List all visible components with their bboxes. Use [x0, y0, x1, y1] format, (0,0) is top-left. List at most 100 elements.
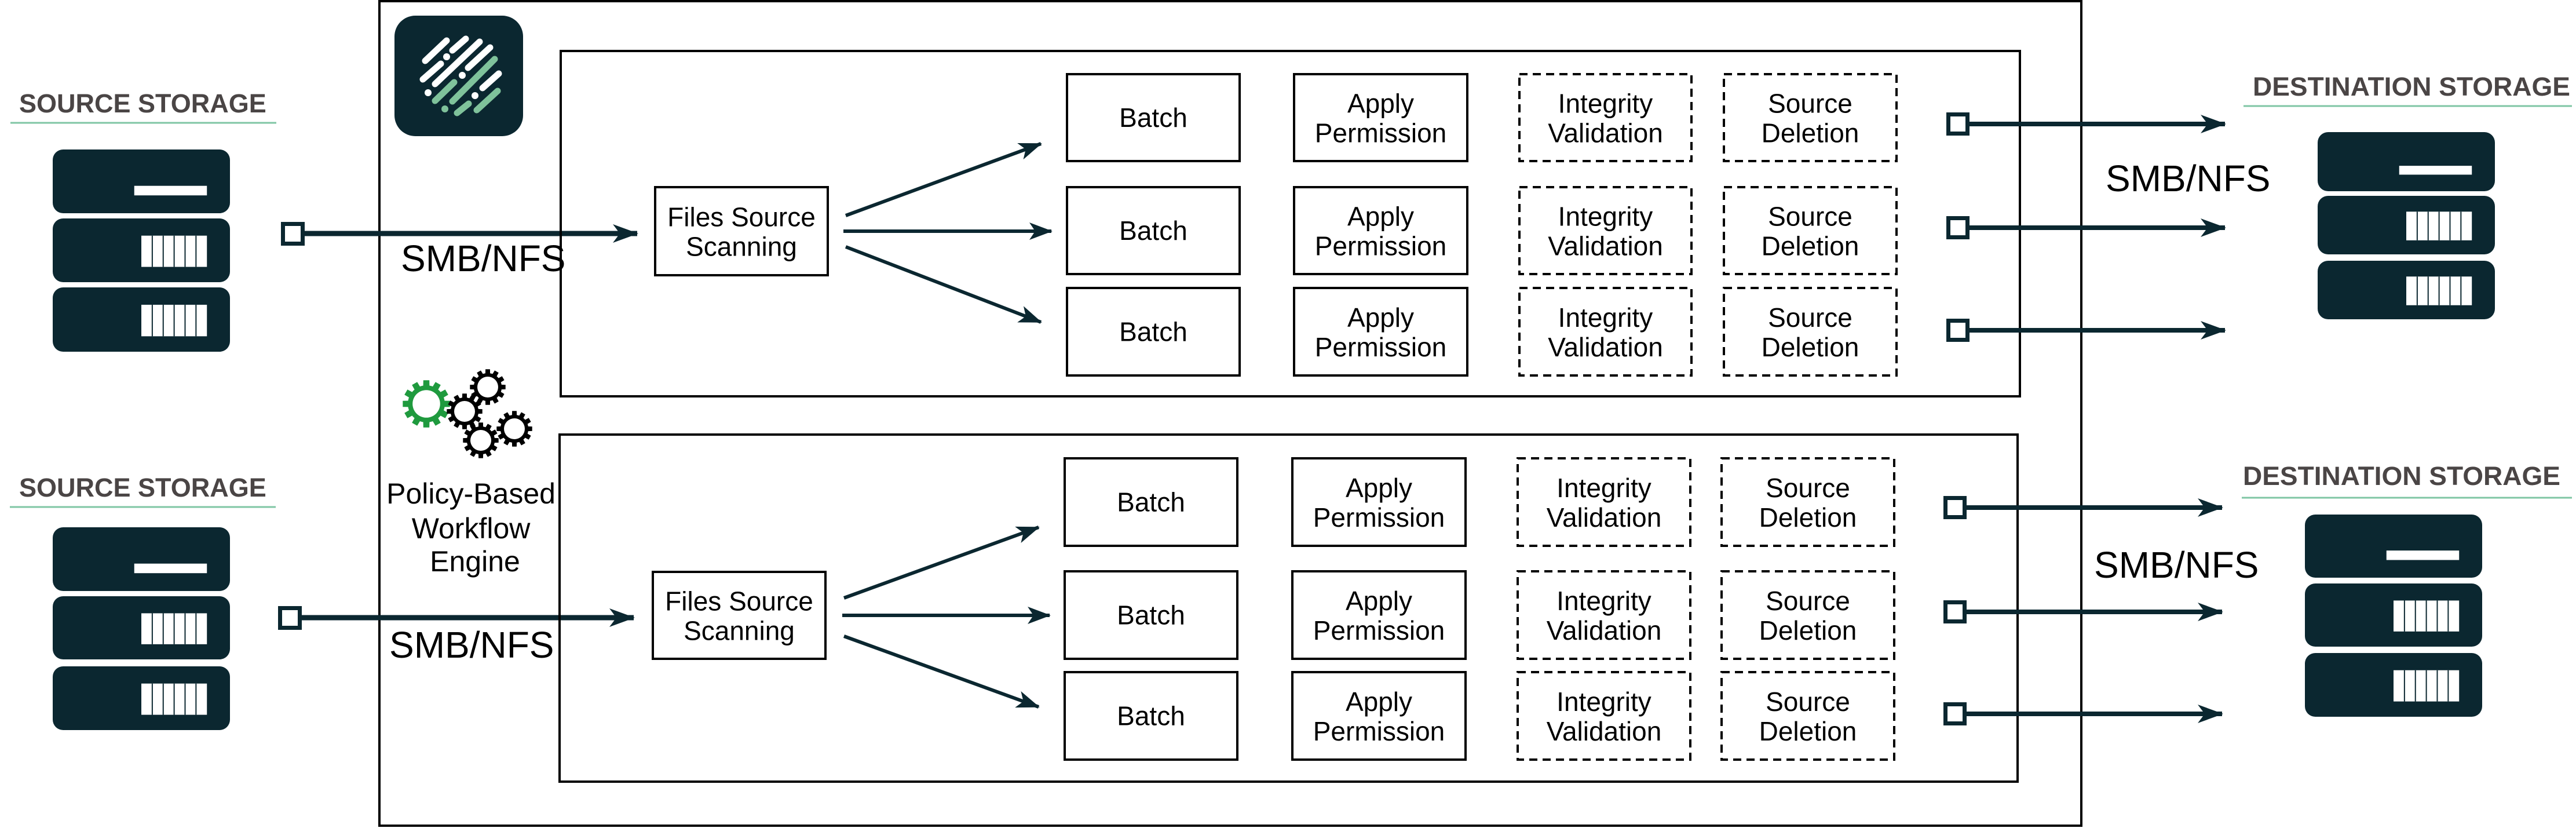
- files-source-scanning-label: Files Source Scanning: [667, 202, 816, 262]
- batch-step[interactable]: Batch: [1064, 570, 1238, 660]
- destination-storage-label: DESTINATION STORAGE: [2253, 72, 2570, 101]
- batch-step[interactable]: Batch: [1066, 73, 1241, 162]
- migration-architecture-diagram: Policy-Based Workflow Engine SOURCE STOR…: [10, 0, 2572, 827]
- batch-label: Batch: [1119, 317, 1187, 347]
- engine-label: Policy-Based Workflow Engine: [386, 477, 564, 578]
- source-deletion-label: Source Deletion: [1759, 473, 1857, 532]
- destination-storage-label: DESTINATION STORAGE: [2243, 461, 2560, 491]
- server-unit: [2305, 583, 2482, 647]
- integrity-validation-label: Integrity Validation: [1547, 687, 1662, 746]
- server-unit: [2305, 653, 2482, 717]
- source-deletion-step[interactable]: Source Deletion: [1723, 73, 1898, 162]
- files-source-scanning-step[interactable]: Files Source Scanning: [652, 571, 827, 660]
- batch-step[interactable]: Batch: [1066, 186, 1241, 275]
- connector-port: [1946, 319, 1970, 342]
- apply-permission-step[interactable]: Apply Permission: [1291, 457, 1467, 547]
- source-deletion-step[interactable]: Source Deletion: [1723, 287, 1898, 377]
- server-unit: [53, 527, 230, 591]
- gear-green-icon: [403, 380, 450, 428]
- server-unit: [53, 287, 230, 352]
- source-storage[interactable]: SOURCE STORAGE: [10, 473, 276, 730]
- source-deletion-step[interactable]: Source Deletion: [1720, 570, 1895, 660]
- files-source-scanning-step[interactable]: Files Source Scanning: [654, 186, 829, 276]
- batch-row: Batch Apply Permission Integrity Validation S…: [1066, 287, 1898, 377]
- apply-permission-step[interactable]: Apply Permission: [1291, 671, 1467, 761]
- batch-label: Batch: [1117, 600, 1185, 630]
- source-deletion-label: Source Deletion: [1762, 302, 1859, 362]
- server-unit: [2318, 132, 2495, 191]
- fan-out-arrow: [845, 142, 1042, 217]
- integrity-validation-step[interactable]: Integrity Validation: [1518, 186, 1693, 275]
- outbound-protocol-label: SMB/NFS: [2106, 158, 2270, 199]
- integrity-validation-step[interactable]: Integrity Validation: [1518, 73, 1693, 162]
- batch-row: Batch Apply Permission Integrity Validation S…: [1066, 73, 1898, 162]
- source-storage-label: SOURCE STORAGE: [19, 473, 266, 502]
- source-deletion-label: Source Deletion: [1762, 89, 1859, 148]
- logo-background: [394, 16, 523, 136]
- integrity-validation-label: Integrity Validation: [1547, 473, 1662, 532]
- integrity-validation-step[interactable]: Integrity Validation: [1517, 457, 1691, 547]
- server-unit: [2305, 515, 2482, 578]
- batch-row: Batch Apply Permission Integrity Validation S…: [1064, 457, 1895, 547]
- batch-label: Batch: [1117, 701, 1185, 731]
- server-icon: [53, 527, 230, 730]
- source-storage-label: SOURCE STORAGE: [19, 89, 266, 118]
- integrity-validation-label: Integrity Validation: [1548, 202, 1663, 261]
- outbound-protocol-label: SMB/NFS: [2094, 544, 2259, 586]
- batch-step[interactable]: Batch: [1064, 457, 1238, 547]
- integrity-validation-step[interactable]: Integrity Validation: [1518, 287, 1693, 377]
- source-deletion-step[interactable]: Source Deletion: [1723, 186, 1898, 275]
- server-icon: [2305, 515, 2482, 717]
- fan-out-arrow: [845, 245, 1042, 324]
- gears-icon: [403, 369, 532, 458]
- source-deletion-label: Source Deletion: [1762, 202, 1859, 261]
- integrity-validation-label: Integrity Validation: [1547, 586, 1662, 645]
- fan-out-arrow: [843, 634, 1040, 709]
- connector-port: [1943, 600, 1967, 623]
- server-unit: [53, 596, 230, 659]
- gear-icon: [470, 369, 506, 405]
- connector-port: [281, 222, 305, 246]
- integrity-validation-step[interactable]: Integrity Validation: [1517, 570, 1691, 660]
- batch-label: Batch: [1117, 487, 1185, 517]
- batch-step[interactable]: Batch: [1066, 287, 1241, 377]
- inbound-protocol-label: SMB/NFS: [389, 624, 554, 666]
- integrity-validation-label: Integrity Validation: [1548, 302, 1663, 362]
- files-source-scanning-label: Files Source Scanning: [665, 586, 813, 646]
- gear-icon: [447, 393, 483, 429]
- server-unit: [2318, 261, 2495, 319]
- apply-permission-step[interactable]: Apply Permission: [1293, 73, 1468, 162]
- server-unit: [2318, 196, 2495, 254]
- source-storage[interactable]: SOURCE STORAGE: [10, 89, 276, 352]
- connector-port: [1943, 496, 1967, 519]
- batch-row: Batch Apply Permission Integrity Validation S…: [1064, 570, 1895, 660]
- source-deletion-label: Source Deletion: [1759, 687, 1857, 746]
- gear-icon: [496, 411, 532, 447]
- destination-storage[interactable]: DESTINATION STORAGE: [2244, 72, 2572, 319]
- server-unit: [53, 149, 230, 213]
- integrity-validation-label: Integrity Validation: [1548, 89, 1663, 148]
- batch-row: Batch Apply Permission Integrity Validation S…: [1066, 186, 1898, 275]
- apply-permission-step[interactable]: Apply Permission: [1291, 570, 1467, 660]
- company-logo-icon: [394, 16, 523, 136]
- destination-storage[interactable]: DESTINATION STORAGE: [2242, 461, 2572, 717]
- connector-port: [1943, 702, 1967, 725]
- integrity-validation-step[interactable]: Integrity Validation: [1517, 671, 1691, 761]
- inbound-protocol-label: SMB/NFS: [401, 238, 565, 279]
- apply-permission-step[interactable]: Apply Permission: [1293, 186, 1468, 275]
- apply-permission-step[interactable]: Apply Permission: [1293, 287, 1468, 377]
- source-deletion-step[interactable]: Source Deletion: [1720, 671, 1895, 761]
- connector-port: [1946, 112, 1970, 136]
- batch-label: Batch: [1119, 103, 1187, 133]
- source-deletion-label: Source Deletion: [1759, 586, 1857, 645]
- fan-out-arrow: [843, 526, 1040, 600]
- server-unit: [53, 218, 230, 282]
- server-unit: [53, 666, 230, 730]
- batch-step[interactable]: Batch: [1064, 671, 1238, 761]
- connector-port: [1946, 216, 1970, 239]
- batch-label: Batch: [1119, 216, 1187, 246]
- server-icon: [2318, 132, 2495, 319]
- source-deletion-step[interactable]: Source Deletion: [1720, 457, 1895, 547]
- server-icon: [53, 149, 230, 352]
- gear-icon: [463, 422, 499, 458]
